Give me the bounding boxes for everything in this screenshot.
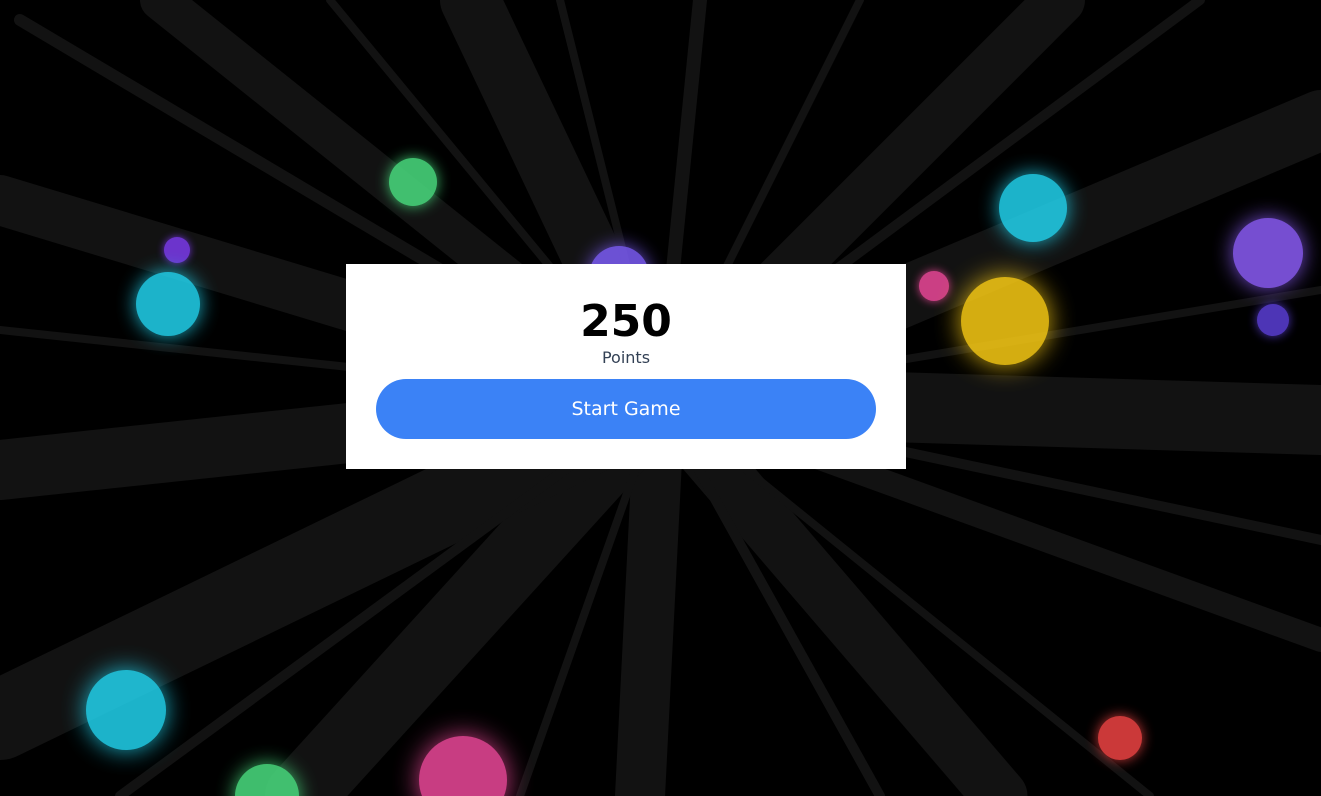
particle-ball [999,174,1067,242]
particle-ball [235,764,299,796]
particle-ball [136,272,200,336]
game-canvas[interactable]: 250 Points Start Game [0,0,1321,796]
particle-ball [919,271,949,301]
particle-ball [164,237,190,263]
score-value: 250 [580,296,672,347]
particle-ball [86,670,166,750]
particle-ball [389,158,437,206]
particle-ball [961,277,1049,365]
particle-ball [1098,716,1142,760]
particle-ball [1233,218,1303,288]
score-label: Points [601,348,651,367]
start-game-button[interactable]: Start Game [376,379,876,439]
score-panel: 250 Points Start Game [346,264,906,469]
particle-ball [1257,304,1289,336]
particle-ball [419,736,507,796]
